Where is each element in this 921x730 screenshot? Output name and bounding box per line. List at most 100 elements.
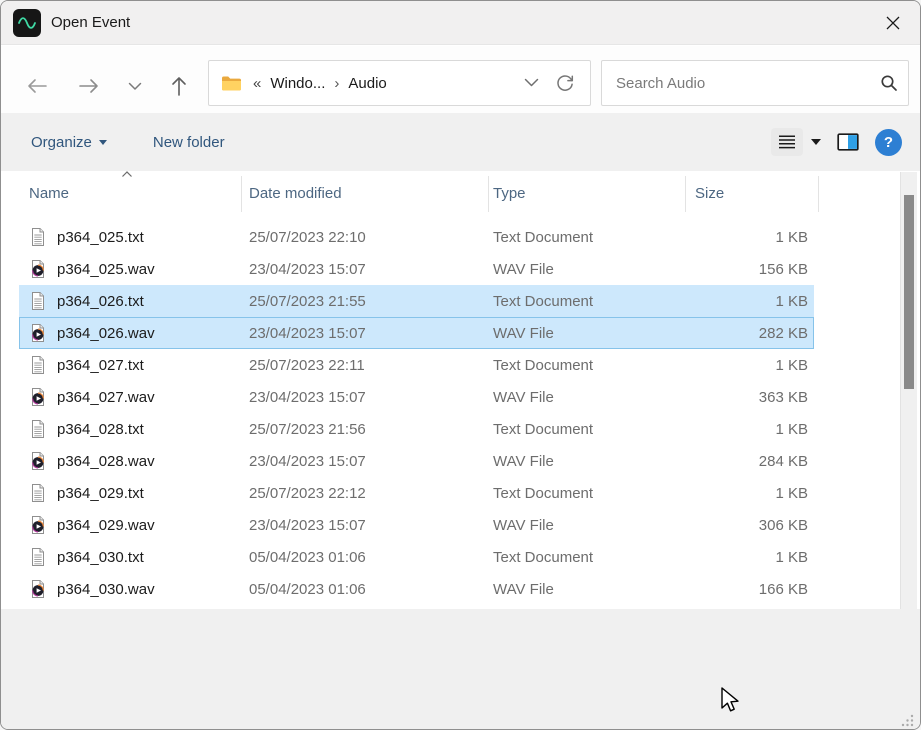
file-name: p364_028.txt xyxy=(57,421,241,438)
new-folder-label: New folder xyxy=(153,134,225,151)
audio-file-icon xyxy=(30,323,46,343)
refresh-icon xyxy=(555,73,575,93)
breadcrumb-separator: › xyxy=(334,75,339,92)
file-type: WAV File xyxy=(488,581,685,598)
search-icon[interactable] xyxy=(880,74,898,92)
file-icon xyxy=(19,579,57,599)
file-name: p364_030.wav xyxy=(57,581,241,598)
file-name: p364_029.wav xyxy=(57,517,241,534)
change-view-button[interactable] xyxy=(771,128,821,156)
file-name: p364_027.wav xyxy=(57,389,241,406)
help-button[interactable]: ? xyxy=(875,129,902,156)
file-row[interactable]: p364_025.txt 25/07/2023 22:10 Text Docum… xyxy=(19,221,814,253)
file-size: 282 KB xyxy=(685,325,814,342)
breadcrumb-current[interactable]: Audio xyxy=(348,75,386,92)
file-row[interactable]: p364_029.wav 23/04/2023 15:07 WAV File 3… xyxy=(19,509,814,541)
column-header-type[interactable]: Type xyxy=(493,171,526,217)
file-name: p364_026.wav xyxy=(57,325,241,342)
file-type: Text Document xyxy=(488,229,685,246)
organize-button[interactable]: Organize xyxy=(21,126,117,159)
file-icon xyxy=(19,483,57,503)
file-name: p364_025.txt xyxy=(57,229,241,246)
file-date-modified: 23/04/2023 15:07 xyxy=(241,389,488,406)
audio-file-icon xyxy=(30,579,46,599)
column-divider[interactable] xyxy=(488,176,489,212)
scrollbar[interactable] xyxy=(900,172,917,609)
file-date-modified: 23/04/2023 15:07 xyxy=(241,517,488,534)
file-row[interactable]: p364_026.wav 23/04/2023 15:07 WAV File 2… xyxy=(19,317,814,349)
file-icon xyxy=(19,515,57,535)
column-divider[interactable] xyxy=(241,176,242,212)
refresh-button[interactable] xyxy=(548,66,582,100)
help-icon: ? xyxy=(875,129,902,156)
file-date-modified: 23/04/2023 15:07 xyxy=(241,261,488,278)
column-headers: Name Date modified Type Size xyxy=(1,171,920,213)
up-button[interactable] xyxy=(161,68,197,104)
text-file-icon xyxy=(30,355,46,375)
search-box[interactable] xyxy=(601,60,909,106)
resize-grip[interactable] xyxy=(901,713,915,727)
organize-label: Organize xyxy=(31,134,92,151)
file-date-modified: 25/07/2023 21:56 xyxy=(241,421,488,438)
recent-locations-button[interactable] xyxy=(117,68,153,104)
breadcrumb-overflow[interactable]: « xyxy=(253,75,261,92)
preview-pane-button[interactable] xyxy=(837,133,859,151)
file-row[interactable]: p364_026.txt 25/07/2023 21:55 Text Docum… xyxy=(19,285,814,317)
file-name: p364_027.txt xyxy=(57,357,241,374)
file-size: 306 KB xyxy=(685,517,814,534)
folder-icon xyxy=(221,75,242,92)
titlebar: Open Event xyxy=(1,1,920,45)
column-header-size[interactable]: Size xyxy=(695,171,724,217)
breadcrumb-parent[interactable]: Windo... xyxy=(270,75,325,92)
file-size: 156 KB xyxy=(685,261,814,278)
command-bar-right: ? xyxy=(771,113,902,171)
file-date-modified: 25/07/2023 22:10 xyxy=(241,229,488,246)
file-row[interactable]: p364_028.wav 23/04/2023 15:07 WAV File 2… xyxy=(19,445,814,477)
caret-down-icon xyxy=(811,139,821,145)
file-icon xyxy=(19,419,57,439)
forward-button[interactable] xyxy=(71,68,107,104)
file-size: 1 KB xyxy=(685,293,814,310)
file-type: WAV File xyxy=(488,453,685,470)
new-folder-button[interactable]: New folder xyxy=(143,126,235,159)
column-header-name[interactable]: Name xyxy=(29,171,69,217)
address-bar[interactable]: « Windo... › Audio xyxy=(208,60,591,106)
file-list: p364_025.txt 25/07/2023 22:10 Text Docum… xyxy=(1,213,920,605)
file-size: 284 KB xyxy=(685,453,814,470)
file-row[interactable]: p364_029.txt 25/07/2023 22:12 Text Docum… xyxy=(19,477,814,509)
column-divider[interactable] xyxy=(818,176,819,212)
file-icon xyxy=(19,259,57,279)
file-type: Text Document xyxy=(488,293,685,310)
file-row[interactable]: p364_025.wav 23/04/2023 15:07 WAV File 1… xyxy=(19,253,814,285)
file-date-modified: 23/04/2023 15:07 xyxy=(241,325,488,342)
file-name: p364_029.txt xyxy=(57,485,241,502)
close-button[interactable] xyxy=(876,7,910,39)
back-arrow-icon xyxy=(26,78,48,94)
chevron-down-icon xyxy=(128,82,142,91)
caret-down-icon xyxy=(99,140,107,145)
file-row[interactable]: p364_027.txt 25/07/2023 22:11 Text Docum… xyxy=(19,349,814,381)
file-list-pane: Name Date modified Type Size xyxy=(1,171,920,609)
column-divider[interactable] xyxy=(685,176,686,212)
scrollbar-thumb[interactable] xyxy=(904,195,914,389)
file-icon xyxy=(19,387,57,407)
column-header-date-modified[interactable]: Date modified xyxy=(249,171,342,217)
file-date-modified: 05/04/2023 01:06 xyxy=(241,549,488,566)
file-row[interactable]: p364_028.txt 25/07/2023 21:56 Text Docum… xyxy=(19,413,814,445)
file-size: 1 KB xyxy=(685,357,814,374)
audio-file-icon xyxy=(30,259,46,279)
file-date-modified: 25/07/2023 21:55 xyxy=(241,293,488,310)
file-type: WAV File xyxy=(488,517,685,534)
file-type: WAV File xyxy=(488,261,685,278)
file-row[interactable]: p364_030.txt 05/04/2023 01:06 Text Docum… xyxy=(19,541,814,573)
sort-ascending-icon xyxy=(121,170,133,178)
file-name: p364_030.txt xyxy=(57,549,241,566)
navigation-bar: « Windo... › Audio xyxy=(1,46,920,113)
address-dropdown-button[interactable] xyxy=(514,66,548,100)
file-row[interactable]: p364_027.wav 23/04/2023 15:07 WAV File 3… xyxy=(19,381,814,413)
file-type: Text Document xyxy=(488,485,685,502)
file-type: Text Document xyxy=(488,549,685,566)
search-input[interactable] xyxy=(616,75,880,92)
file-row[interactable]: p364_030.wav 05/04/2023 01:06 WAV File 1… xyxy=(19,573,814,605)
back-button[interactable] xyxy=(19,68,55,104)
